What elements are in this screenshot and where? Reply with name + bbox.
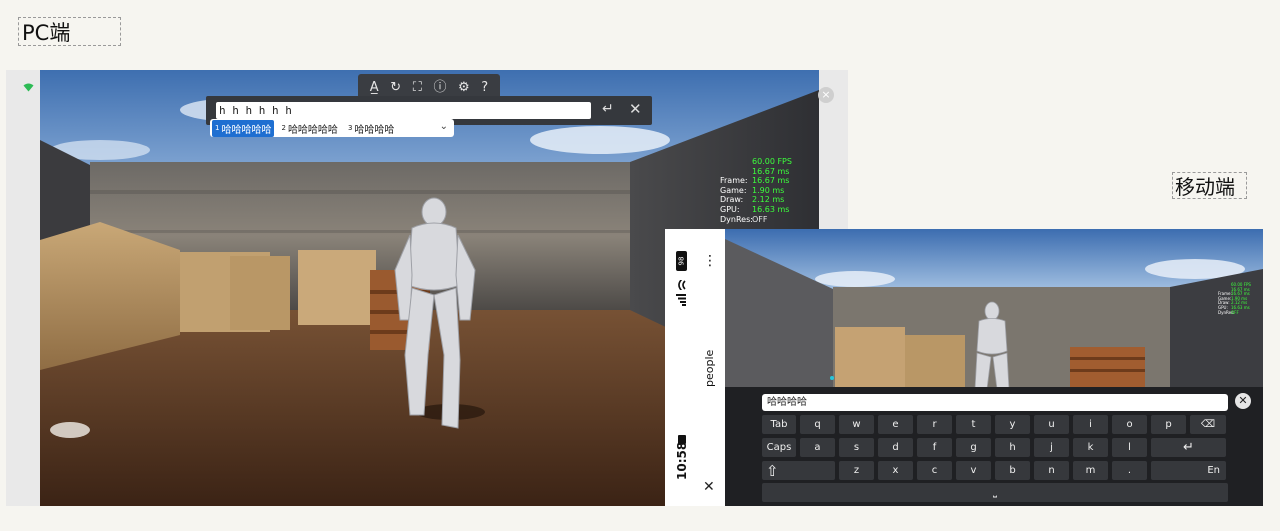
ime-candidate-list: 1 哈哈哈哈哈 2 哈哈哈哈哈 3 哈哈哈哈 ⌄ bbox=[210, 119, 454, 137]
key-z[interactable]: z bbox=[839, 461, 874, 480]
refresh-icon[interactable]: ↻ bbox=[390, 81, 401, 94]
carrier-label: people bbox=[703, 349, 716, 387]
info-icon[interactable]: ⓘ bbox=[433, 81, 446, 94]
more-icon[interactable]: ⋮ bbox=[703, 253, 717, 269]
key-b[interactable]: b bbox=[995, 461, 1030, 480]
key-caps[interactable]: Caps bbox=[762, 438, 796, 457]
keyboard-row-1: Tab q w e r t y u i o p ⌫ bbox=[762, 415, 1226, 434]
key-m[interactable]: m bbox=[1073, 461, 1108, 480]
battery-icon: 98 bbox=[676, 251, 687, 271]
status-bar: ⋮ 98 people 10:58 ✕ bbox=[665, 229, 725, 506]
keyboard-row-2: Caps a s d f g h j k l ↵ bbox=[762, 438, 1226, 457]
mobile-game-viewport[interactable]: 60.00 FPS 16.67 ms Frame: 16.67 ms Game: 1… bbox=[725, 229, 1263, 389]
key-h[interactable]: h bbox=[995, 438, 1030, 457]
key-c[interactable]: c bbox=[917, 461, 952, 480]
text-format-icon[interactable]: A̲ bbox=[370, 81, 379, 94]
enter-icon[interactable]: ↵ bbox=[602, 101, 614, 117]
fullscreen-icon[interactable]: ⛶ bbox=[413, 81, 422, 94]
enter-key[interactable]: ↵ bbox=[1151, 438, 1226, 457]
virtual-keyboard: 哈哈哈哈 ✕ Tab q w e r t y u i o p ⌫ Caps a … bbox=[725, 387, 1263, 506]
language-key[interactable]: En bbox=[1151, 461, 1226, 480]
wifi-icon bbox=[23, 83, 34, 95]
ime-text-input[interactable]: h h h h h h bbox=[216, 102, 591, 119]
key-period[interactable]: . bbox=[1112, 461, 1147, 480]
key-x[interactable]: x bbox=[878, 461, 913, 480]
key-y[interactable]: y bbox=[995, 415, 1030, 434]
candidate-item[interactable]: 3 哈哈哈哈 bbox=[345, 120, 397, 137]
key-k[interactable]: k bbox=[1073, 438, 1108, 457]
key-q[interactable]: q bbox=[800, 415, 835, 434]
key-n[interactable]: n bbox=[1034, 461, 1069, 480]
keyboard-row-4: ⎵ bbox=[762, 483, 1228, 502]
key-g[interactable]: g bbox=[956, 438, 991, 457]
key-u[interactable]: u bbox=[1034, 415, 1069, 434]
key-i[interactable]: i bbox=[1073, 415, 1108, 434]
mobile-section-label: 移动端 bbox=[1172, 172, 1247, 199]
pc-window-close-button[interactable]: × bbox=[818, 87, 834, 103]
performance-stats: 60.00 FPS 16.67 ms Frame: 16.67 ms Game: 1… bbox=[720, 157, 792, 224]
chevron-down-icon[interactable]: ⌄ bbox=[440, 121, 448, 132]
key-s[interactable]: s bbox=[839, 438, 874, 457]
key-j[interactable]: j bbox=[1034, 438, 1069, 457]
key-l[interactable]: l bbox=[1112, 438, 1147, 457]
mobile-screen: ⋮ 98 people 10:58 ✕ 60.00 FPS 16.67 ms F… bbox=[665, 229, 1263, 506]
key-d[interactable]: d bbox=[878, 438, 913, 457]
settings-icon[interactable]: ⚙ bbox=[458, 81, 470, 94]
candidate-item[interactable]: 1 哈哈哈哈哈 bbox=[212, 119, 275, 137]
mobile-game-scene-render bbox=[725, 229, 1263, 389]
close-icon[interactable]: ✕ bbox=[629, 100, 642, 118]
key-r[interactable]: r bbox=[917, 415, 952, 434]
key-w[interactable]: w bbox=[839, 415, 874, 434]
key-p[interactable]: p bbox=[1151, 415, 1186, 434]
close-icon[interactable]: ✕ bbox=[703, 479, 715, 495]
clear-icon[interactable]: ✕ bbox=[1235, 393, 1251, 409]
key-e[interactable]: e bbox=[878, 415, 913, 434]
key-v[interactable]: v bbox=[956, 461, 991, 480]
backspace-key[interactable]: ⌫ bbox=[1190, 415, 1226, 434]
mobile-text-input[interactable]: 哈哈哈哈 bbox=[762, 394, 1228, 411]
key-t[interactable]: t bbox=[956, 415, 991, 434]
pc-section-label: PC端 bbox=[18, 17, 121, 46]
key-tab[interactable]: Tab bbox=[762, 415, 796, 434]
shift-key[interactable]: ⇧ bbox=[762, 461, 835, 480]
status-time: 10:58 bbox=[675, 441, 689, 480]
signal-icon bbox=[676, 291, 686, 310]
mobile-performance-stats: 60.00 FPS 16.67 ms Frame: 16.67 ms Game: 1… bbox=[1218, 282, 1251, 315]
key-o[interactable]: o bbox=[1112, 415, 1147, 434]
keyboard-row-3: ⇧ z x c v b n m . En bbox=[762, 461, 1226, 480]
help-icon[interactable]: ? bbox=[481, 81, 488, 94]
candidate-item[interactable]: 2 哈哈哈哈哈 bbox=[278, 120, 340, 137]
key-a[interactable]: a bbox=[800, 438, 835, 457]
space-key[interactable]: ⎵ bbox=[762, 483, 1228, 502]
key-f[interactable]: f bbox=[917, 438, 952, 457]
